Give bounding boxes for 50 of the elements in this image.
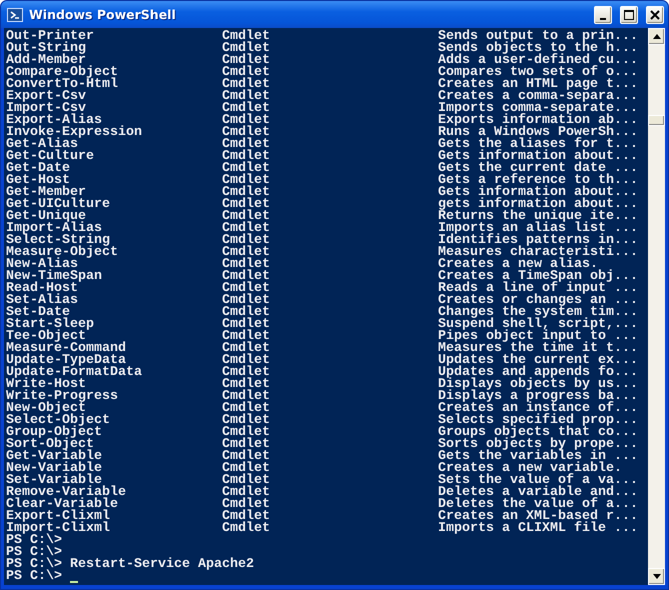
scroll-thumb[interactable] [648,115,665,126]
powershell-icon [7,6,23,22]
vertical-scrollbar[interactable] [648,28,665,585]
command-name: Tee-Object [6,331,86,343]
command-name: Import-Csv [6,103,86,115]
command-name: Update-FormatData [6,367,143,379]
command-name: Export-Csv [6,91,87,103]
command-name: Select-String [6,235,110,247]
command-description: Creates an HTML page t... [438,79,639,91]
command-description: Sorts objects by prope... [438,439,639,451]
up-arrow-icon [652,34,660,39]
command-name: Select-Object [6,415,111,427]
prompt-line: PS C:\> [6,571,62,583]
command-name: Group-Object [6,427,102,439]
command-type: Cmdlet [222,523,271,535]
command-name: Export-Alias [6,115,102,127]
command-name: Sort-Object [6,439,94,451]
command-name: Get-Culture [6,151,95,163]
command-name: Update-TypeData [6,355,126,367]
command-name: Import-Alias [6,223,102,235]
command-name: Measure-Object [6,247,119,259]
command-name: Get-Date [6,163,71,175]
command-description: Imports comma-separate... [438,103,639,115]
command-name: Get-Unique [6,211,86,223]
command-name: New-TimeSpan [6,271,103,283]
command-name: Set-Alias [6,295,79,307]
scroll-up-button[interactable] [648,28,665,45]
maximize-button[interactable] [620,6,638,24]
command-name: Start-Sleep [6,319,95,331]
scroll-down-button[interactable] [648,568,665,585]
command-name: Out-String [6,43,87,55]
command-description: Compares two sets of o... [438,67,639,79]
command-name: Invoke-Expression [6,127,143,139]
minimize-button[interactable] [594,6,612,24]
command-description: Creates a comma-separa... [438,91,639,103]
command-name: Export-Clixml [6,511,111,523]
command-name: New-Object [6,403,86,415]
text-cursor [70,581,78,583]
command-name: Compare-Object [6,67,119,79]
close-icon [650,10,660,20]
command-name: Import-Clixml [6,523,111,535]
minimize-icon [600,18,606,20]
command-name: Write-Progress [6,391,119,403]
close-button[interactable] [646,6,664,24]
command-description: Imports a CLIXML file ... [438,523,639,535]
window-title: Windows PowerShell [29,7,177,22]
maximize-icon [624,10,634,20]
command-name: ConvertTo-Html [6,79,119,91]
command-description: Selects specified prop... [438,415,639,427]
down-arrow-icon [652,574,660,579]
